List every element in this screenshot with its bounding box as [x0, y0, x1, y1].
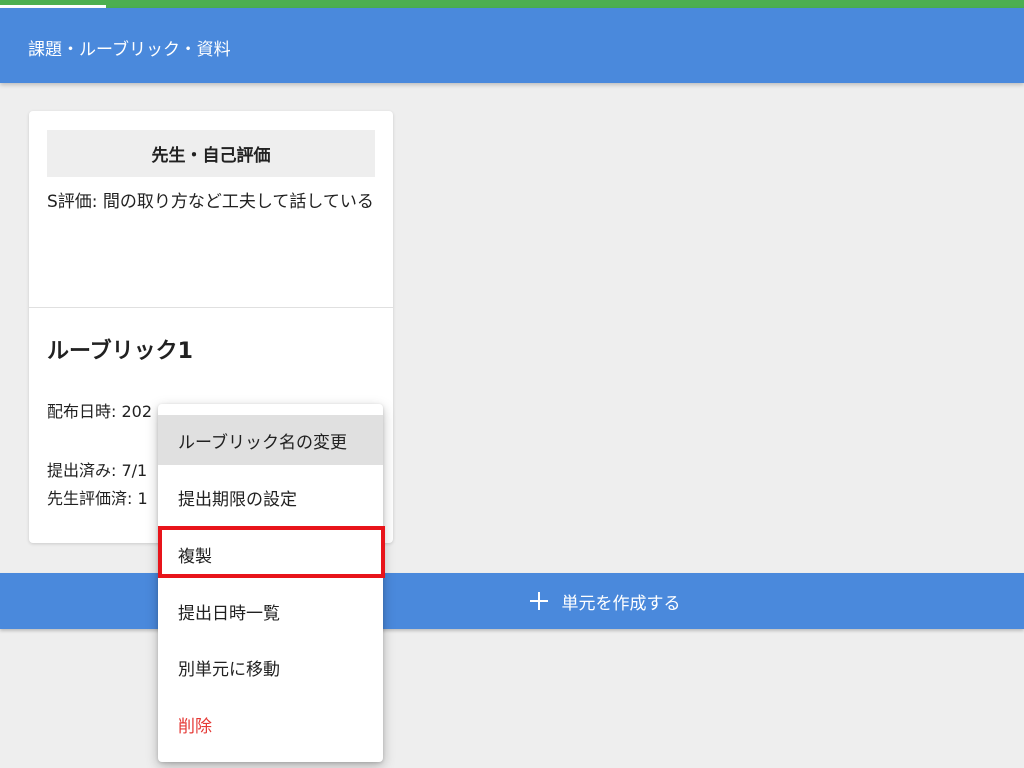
create-unit-label: 単元を作成する: [561, 593, 681, 614]
submitted-count: 提出済み: 7/1: [47, 461, 148, 480]
menu-item-set-deadline[interactable]: 提出期限の設定: [158, 472, 383, 522]
distribution-date: 配布日時: 202: [47, 402, 153, 421]
menu-item-rename-rubric[interactable]: ルーブリック名の変更: [158, 415, 383, 465]
rubric-title: ルーブリック1: [47, 339, 193, 364]
app-bar: 課題・ルーブリック・資料: [0, 8, 1024, 83]
menu-item-duplicate[interactable]: 複製: [158, 529, 383, 579]
card-divider: [29, 307, 393, 308]
teacher-evaluated-count: 先生評価済: 1: [47, 489, 148, 508]
menu-item-submission-times[interactable]: 提出日時一覧: [158, 586, 383, 636]
criteria-header: 先生・自己評価: [47, 130, 375, 177]
menu-item-move-unit[interactable]: 別単元に移動: [158, 642, 383, 692]
top-progress-strip: [0, 0, 1024, 8]
plus-icon: [529, 592, 548, 610]
criteria-text: S評価: 間の取り方など工夫して話している: [47, 192, 374, 212]
context-menu: ルーブリック名の変更 提出期限の設定 複製 提出日時一覧 別単元に移動 削除: [158, 404, 383, 762]
create-unit-button[interactable]: 単元を作成する: [0, 573, 1024, 629]
page-title: 課題・ルーブリック・資料: [28, 40, 231, 60]
menu-item-delete[interactable]: 削除: [158, 699, 383, 749]
